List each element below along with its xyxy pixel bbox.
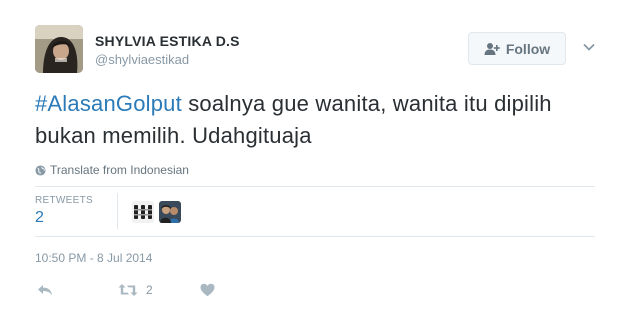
retweeter-avatar-2-image <box>159 201 181 223</box>
tweet-timestamp[interactable]: 10:50 PM - 8 Jul 2014 <box>35 251 152 265</box>
reply-button[interactable] <box>37 283 53 297</box>
retweet-button[interactable]: 2 <box>118 283 153 297</box>
follow-person-plus-icon <box>484 42 500 55</box>
tweet-text: #AlasanGolput soalnya gue wanita, wanita… <box>35 88 605 152</box>
chevron-down-icon[interactable] <box>582 40 596 54</box>
follow-button[interactable]: Follow <box>468 32 566 65</box>
author-avatar[interactable] <box>35 25 83 73</box>
retweeter-avatar-2[interactable] <box>159 201 181 223</box>
follow-button-label: Follow <box>505 40 551 57</box>
translate-label: Translate from Indonesian <box>50 163 189 177</box>
stats-separator <box>117 193 118 229</box>
globe-icon <box>35 164 46 176</box>
reply-icon <box>38 285 52 296</box>
retweet-icon <box>118 284 138 296</box>
translate-link[interactable]: Translate from Indonesian <box>35 163 189 177</box>
stats-bottom-divider <box>35 236 595 237</box>
author-name[interactable]: SHYLVIA ESTIKA D.S <box>95 33 240 49</box>
retweeter-avatar-1[interactable] <box>132 201 154 223</box>
avatar-image <box>35 25 83 73</box>
stats-top-divider <box>35 186 595 187</box>
retweeter-avatar-1-image <box>132 201 154 223</box>
tweet-hashtag-link[interactable]: #AlasanGolput <box>35 91 182 116</box>
retweet-count: 2 <box>146 283 153 297</box>
retweets-label: RETWEETS <box>35 195 93 206</box>
heart-icon <box>200 283 215 297</box>
retweets-count[interactable]: 2 <box>35 209 44 227</box>
like-button[interactable] <box>200 283 215 297</box>
author-handle[interactable]: @shylviaestikad <box>95 52 189 67</box>
